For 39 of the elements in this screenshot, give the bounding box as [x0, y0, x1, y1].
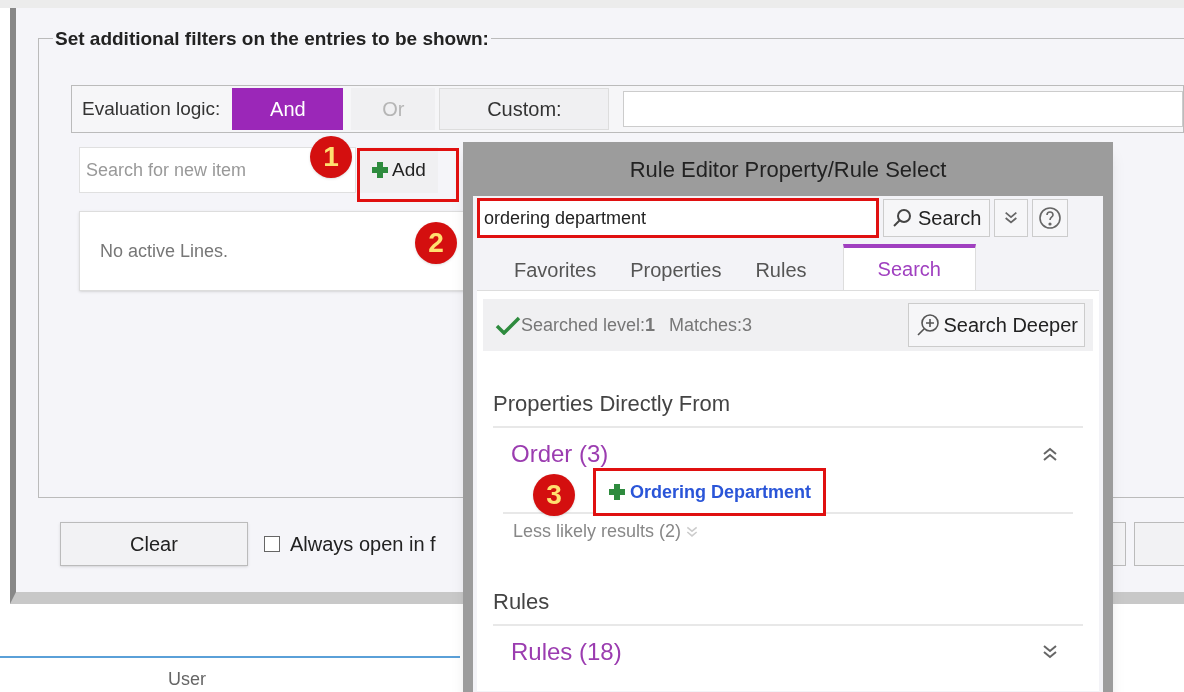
- checkmark-icon: [495, 315, 521, 335]
- expand-button[interactable]: [994, 199, 1029, 237]
- logic-option[interactable]: And: [232, 88, 344, 130]
- empty-message: No active Lines.: [100, 241, 229, 261]
- add-button[interactable]: Add: [359, 147, 438, 193]
- section-heading: Properties Directly From: [493, 390, 732, 418]
- tab[interactable]: Properties: [613, 250, 739, 290]
- plus-icon: [608, 483, 626, 501]
- group-heading[interactable]: Rules (18): [511, 634, 622, 670]
- search-deeper-button[interactable]: Search Deeper: [908, 303, 1085, 347]
- plus-icon: [371, 161, 389, 179]
- double-chevron-down-icon[interactable]: [1041, 643, 1059, 661]
- result-link[interactable]: Ordering Department: [608, 478, 812, 506]
- group-heading[interactable]: Order (3): [511, 436, 609, 472]
- search-icon: [892, 208, 912, 228]
- section-heading: Rules: [493, 588, 551, 616]
- double-chevron-down-icon: [1003, 210, 1020, 226]
- custom-input[interactable]: [623, 91, 1183, 127]
- help-icon: [1038, 206, 1063, 230]
- less-likely-link[interactable]: Less likely results (2): [513, 518, 682, 545]
- tab[interactable]: Rules: [738, 250, 824, 290]
- logic-label: Evaluation logic:: [82, 96, 221, 121]
- tab[interactable]: Favorites: [497, 250, 614, 290]
- checkbox-label: Always open in f: [290, 532, 436, 557]
- search-button[interactable]: Search: [883, 199, 991, 237]
- matches-text: Matches:3: [669, 313, 753, 337]
- zoom-in-icon: [915, 312, 942, 338]
- column-header: User: [168, 668, 207, 691]
- double-chevron-down-icon: [685, 524, 700, 539]
- search-input[interactable]: ordering department: [477, 198, 879, 238]
- searched-level-text: Searched level:1: [521, 313, 656, 337]
- double-chevron-up-icon[interactable]: [1041, 445, 1059, 463]
- popup-title: Rule Editor Property/Rule Select: [628, 155, 948, 184]
- clear-button[interactable]: Clear: [60, 522, 248, 566]
- tab[interactable]: Search: [842, 244, 976, 290]
- custom-button[interactable]: Custom:: [439, 88, 610, 130]
- step-marker: 3: [533, 474, 575, 516]
- checkbox[interactable]: [264, 536, 280, 552]
- help-button[interactable]: [1032, 199, 1069, 237]
